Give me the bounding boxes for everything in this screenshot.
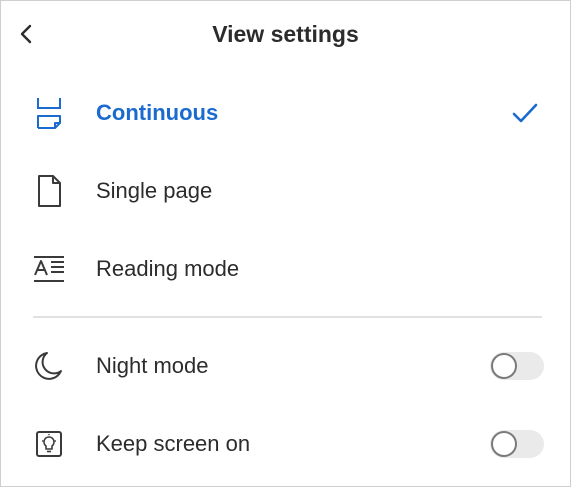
view-settings-panel: View settings Continuous Single page Rea… bbox=[0, 0, 571, 487]
setting-label: Keep screen on bbox=[96, 431, 251, 456]
setting-label: Night mode bbox=[96, 353, 209, 378]
toggle-knob bbox=[491, 431, 517, 457]
single-page-icon bbox=[31, 173, 67, 209]
setting-night-mode[interactable]: Night mode bbox=[1, 336, 570, 396]
option-continuous[interactable]: Continuous bbox=[1, 83, 570, 143]
lightbulb-icon bbox=[31, 426, 67, 462]
setting-keep-screen-on[interactable]: Keep screen on bbox=[1, 414, 570, 474]
divider bbox=[33, 316, 542, 318]
header: View settings bbox=[1, 1, 570, 69]
reading-mode-icon bbox=[31, 251, 67, 287]
page-title: View settings bbox=[212, 21, 359, 47]
continuous-scroll-icon bbox=[31, 95, 67, 131]
checkmark-icon bbox=[510, 98, 540, 128]
option-label: Continuous bbox=[96, 100, 219, 125]
keep-screen-on-toggle[interactable] bbox=[490, 430, 544, 458]
option-label: Single page bbox=[96, 178, 213, 203]
option-label: Reading mode bbox=[96, 256, 240, 281]
option-single-page[interactable]: Single page bbox=[1, 161, 570, 221]
moon-icon bbox=[31, 348, 67, 384]
toggle-knob bbox=[491, 353, 517, 379]
option-reading-mode[interactable]: Reading mode bbox=[1, 239, 570, 299]
night-mode-toggle[interactable] bbox=[490, 352, 544, 380]
